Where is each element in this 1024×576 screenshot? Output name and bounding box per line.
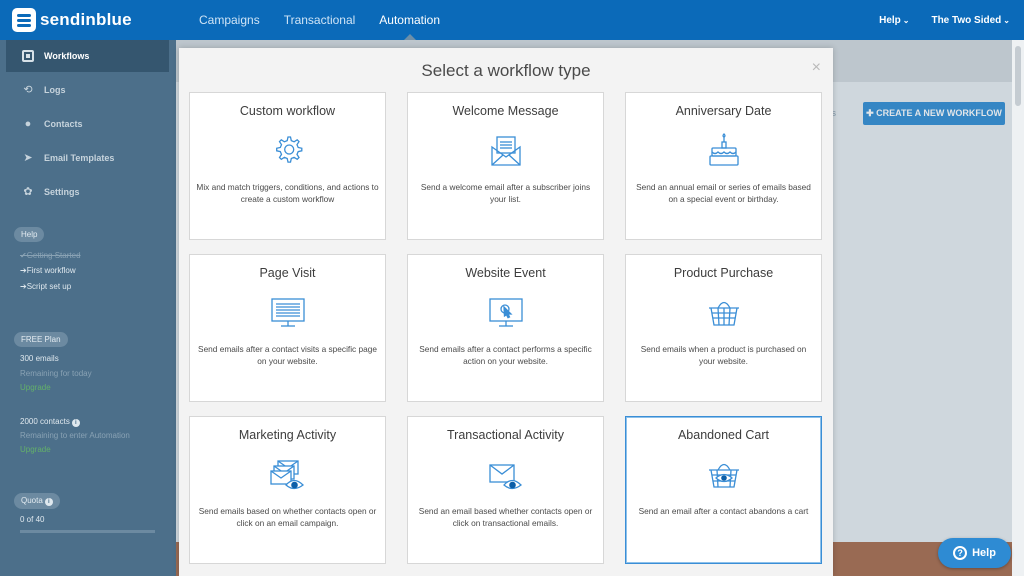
logs-icon: ⟲ [23,84,33,96]
card-description: Send an annual email or series of emails… [636,182,811,204]
first-workflow-link[interactable]: ➔First workflow [20,266,76,275]
sidebar-item-email-templates[interactable]: ➤ Email Templates [6,142,169,174]
monitor-cursor-icon [489,298,523,327]
workflow-card-website-event[interactable]: Website Event Send emails after a contac… [407,254,604,402]
sidebar: Workflows ⟲ Logs ● Contacts ➤ Email Temp… [0,40,176,576]
monitor-page-icon [271,298,305,327]
quota-progress-bar [20,530,155,533]
top-right-menu: Help ⌄ The Two Sided ⌄ [857,0,1010,40]
card-title: Welcome Message [452,104,559,118]
help-menu[interactable]: Help ⌄ [879,15,909,26]
chevron-down-icon: ⌄ [902,15,910,25]
top-navigation-bar: sendinblue Campaigns Transactional Autom… [0,0,1024,40]
envelope-eye-icon [489,464,522,490]
gear-icon [276,136,303,163]
sidebar-item-label: Settings [44,187,80,197]
emails-remaining-note: Remaining for today [20,369,92,378]
account-name: The Two Sided [931,14,1002,26]
workflows-icon [22,50,34,62]
sendinblue-logo[interactable]: sendinblue [12,8,132,32]
logo-mark-icon [12,8,36,32]
nav-automation[interactable]: Automation [379,0,440,40]
help-widget-label: Help [972,547,996,559]
envelope-letter-icon [491,136,521,166]
card-description: Send emails after a contact performs a s… [419,344,592,366]
card-description: Send emails based on whether contacts op… [198,506,377,528]
nav-campaigns[interactable]: Campaigns [199,0,260,40]
contacts-remaining-value: 2000 contacts [20,417,70,426]
card-title: Abandoned Cart [677,428,770,442]
workflow-card-marketing-activity[interactable]: Marketing Activity Send emails based on … [189,416,386,564]
card-title: Page Visit [259,266,316,280]
workflow-card-anniversary-date[interactable]: Anniversary Date Send an annual email or… [625,92,822,240]
info-icon: i [44,498,53,506]
sidebar-item-label: Email Templates [44,153,115,163]
sidebar-item-contacts[interactable]: ● Contacts [6,108,169,140]
quota-label-text: Quota [21,496,43,505]
help-section-label: Help [14,227,45,242]
card-description: Send an email after a contact abandons a… [638,506,809,516]
card-description: Send emails when a product is purchased … [640,344,807,366]
help-widget-button[interactable]: ? Help [938,538,1011,568]
workflow-card-product-purchase[interactable]: Product Purchase Send emails when a prod… [625,254,822,402]
emails-remaining: 300 emails [20,354,59,363]
envelopes-eye-icon [270,460,304,490]
shopping-basket-icon [709,301,739,326]
card-title: Anniversary Date [675,104,772,118]
account-menu[interactable]: The Two Sided ⌄ [931,15,1010,26]
sidebar-footer [0,542,176,576]
upgrade-link[interactable]: Upgrade [20,445,51,454]
birthday-cake-icon [709,133,739,166]
contacts-icon: ● [24,118,32,130]
workflow-card-abandoned-cart[interactable]: Abandoned Cart Send an email after a con… [625,416,822,564]
sidebar-item-label: Contacts [44,119,83,129]
contacts-remaining-note: Remaining to enter Automation [20,431,130,440]
page-scrollbar[interactable] [1012,40,1024,576]
card-title: Custom workflow [239,104,336,118]
basket-eye-icon [709,463,739,488]
quota-value: 0 of 40 [20,515,45,524]
card-title: Website Event [465,266,546,280]
workflow-card-transactional-activity[interactable]: Transactional Activity Send an email bas… [407,416,604,564]
upgrade-link[interactable]: Upgrade [20,383,51,392]
modal-title: Select a workflow type [421,61,591,80]
getting-started-link[interactable]: ✔Getting Started [20,251,81,260]
card-description: Send a welcome email after a subscriber … [420,182,591,204]
main-nav: Campaigns Transactional Automation [199,0,464,40]
card-title: Marketing Activity [238,428,337,442]
sidebar-item-label: Workflows [44,51,90,61]
email-templates-icon: ➤ [23,152,33,164]
card-description: Mix and match triggers, conditions, and … [196,182,379,204]
workflow-type-modal: Select a workflow type × Custom workflow… [179,48,833,576]
sidebar-item-settings[interactable]: ✿ Settings [6,176,169,208]
card-title: Transactional Activity [447,428,564,442]
workflow-card-page-visit[interactable]: Page Visit Send emails after a contact v… [189,254,386,402]
info-icon: i [71,419,80,427]
sidebar-item-label: Logs [44,85,66,95]
plan-badge: FREE Plan [14,332,68,347]
close-icon[interactable]: × [812,60,821,76]
question-mark-icon: ? [953,546,968,560]
card-title: Product Purchase [673,266,774,280]
logo-wordmark: sendinblue [40,10,132,29]
workflow-card-custom[interactable]: Custom workflow Mix and match triggers, … [189,92,386,240]
card-description: Send emails after a contact visits a spe… [198,344,377,366]
help-menu-label: Help [879,14,901,26]
settings-icon: ✿ [23,186,33,198]
workflow-card-welcome-message[interactable]: Welcome Message Send a welcome email aft… [407,92,604,240]
card-description: Send an email based whether contacts ope… [418,506,593,528]
sidebar-item-workflows[interactable]: Workflows [6,40,169,72]
script-setup-link[interactable]: ➔Script set up [20,282,71,291]
scrollbar-thumb[interactable] [1015,46,1021,106]
nav-transactional[interactable]: Transactional [284,0,356,40]
chevron-down-icon: ⌄ [1003,15,1010,25]
sidebar-item-logs[interactable]: ⟲ Logs [6,74,169,106]
quota-label: Quota i [14,493,60,509]
contacts-remaining: 2000 contacts i [20,417,80,427]
